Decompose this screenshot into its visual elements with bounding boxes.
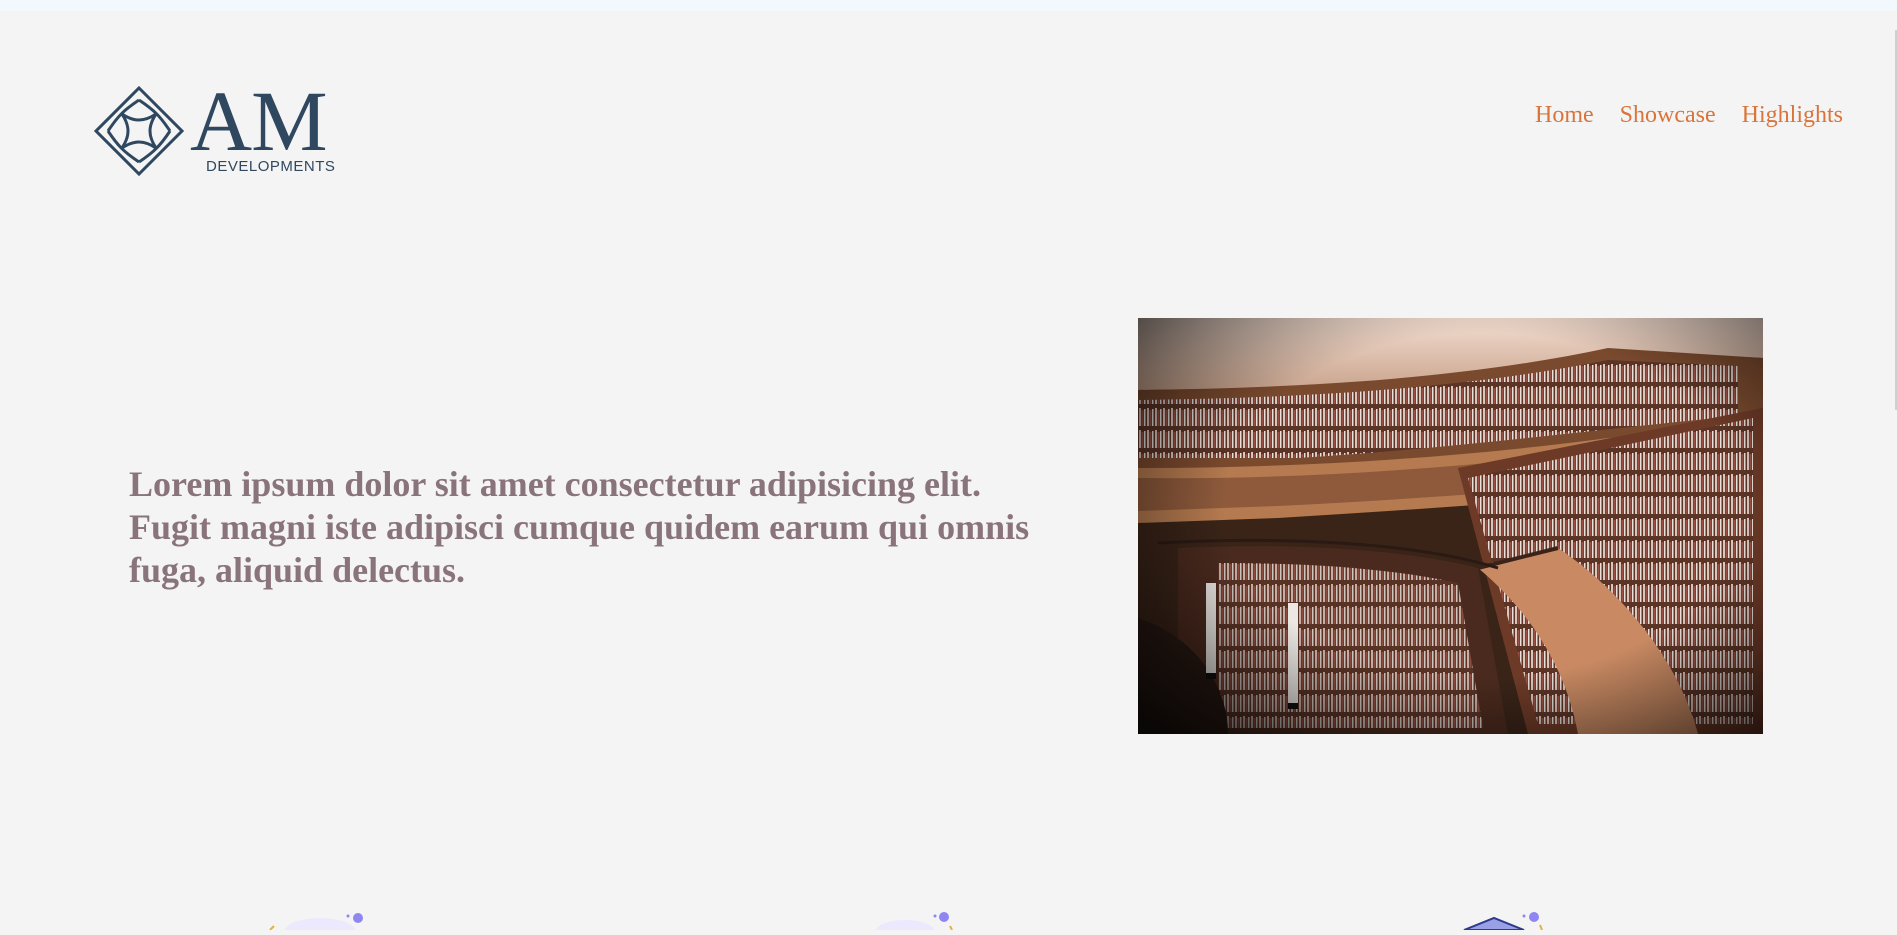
logo-subtitle: DEVELOPMENTS	[206, 158, 336, 175]
feature-icon-1	[262, 908, 372, 935]
feature-icon-2	[860, 908, 970, 935]
logo-diamond-icon	[94, 86, 184, 176]
main-nav: Home Showcase Highlights	[1535, 102, 1843, 129]
top-strip	[0, 0, 1897, 11]
feature-icon-3	[1454, 908, 1564, 931]
logo[interactable]: AM DEVELOPMENTS	[94, 78, 354, 178]
nav-highlights-link[interactable]: Highlights	[1742, 102, 1843, 129]
logo-wordmark: AM	[190, 73, 328, 169]
nav-home-link[interactable]: Home	[1535, 102, 1594, 129]
nav-showcase-link[interactable]: Showcase	[1620, 102, 1716, 129]
hero-image	[1138, 318, 1763, 734]
hero-text: Lorem ipsum dolor sit amet consectetur a…	[129, 464, 1030, 590]
library-photo	[1138, 318, 1763, 734]
